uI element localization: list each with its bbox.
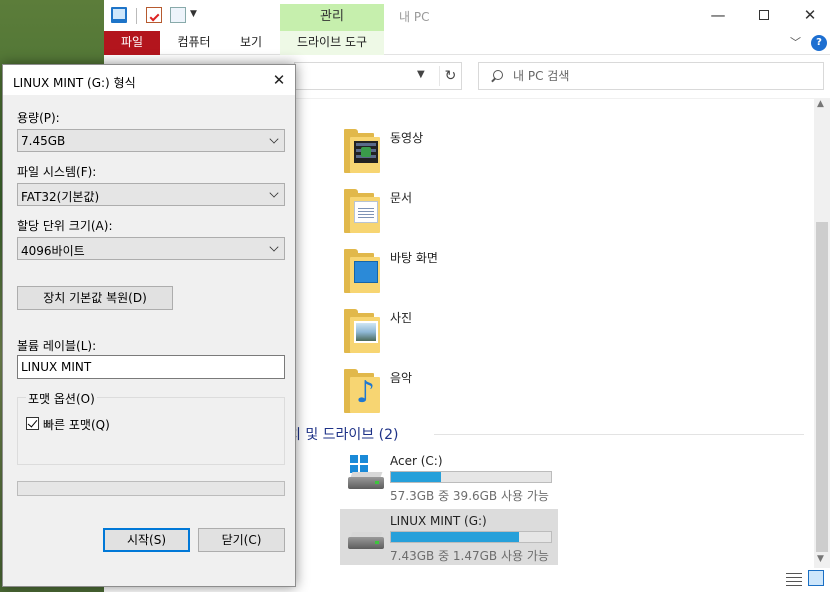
quick-access-separator	[136, 8, 137, 24]
file-system-value: FAT32(기본값)	[21, 190, 100, 204]
new-folder-icon[interactable]	[170, 7, 186, 23]
video-folder-icon	[342, 127, 380, 173]
scroll-down-icon[interactable]: ▼	[817, 554, 824, 564]
group-divider	[434, 434, 804, 435]
start-button[interactable]: 시작(S)	[103, 528, 190, 552]
manage-context-tab[interactable]: 관리	[280, 4, 384, 31]
volume-label-value: LINUX MINT	[21, 360, 92, 374]
large-icons-view-icon[interactable]	[808, 570, 824, 586]
capacity-value: 7.45GB	[21, 134, 66, 148]
volume-label-input[interactable]: LINUX MINT	[17, 355, 285, 379]
folder-label: 사진	[390, 311, 413, 325]
ribbon-tabs: 파일 컴퓨터 보기 드라이브 도구 ﹀ ?	[104, 31, 830, 55]
allocation-unit-select[interactable]: 4096바이트	[17, 237, 285, 260]
capacity-select[interactable]: 7.45GB	[17, 129, 285, 152]
quick-format-label[interactable]: 빠른 포맷(Q)	[43, 416, 110, 433]
folder-item-pictures[interactable]: 사진	[342, 307, 542, 357]
folder-item-videos[interactable]: 동영상	[342, 127, 542, 177]
properties-icon[interactable]	[146, 7, 162, 23]
documents-folder-icon	[342, 187, 380, 233]
close-button[interactable]: 닫기(C)	[198, 528, 285, 552]
chevron-down-icon	[269, 134, 279, 144]
quick-format-checkbox[interactable]	[26, 417, 39, 430]
this-pc-icon[interactable]	[111, 7, 127, 23]
devices-and-drives-header[interactable]: 치 및 드라이브 (2)	[288, 424, 398, 444]
address-bar[interactable]: ▼ ↻	[294, 62, 462, 90]
details-view-icon[interactable]	[786, 572, 802, 586]
drive-usage-fill	[391, 532, 519, 542]
chevron-down-icon	[269, 188, 279, 198]
dialog-titlebar: LINUX MINT (G:) 형식 ✕	[3, 65, 295, 95]
folder-label: 음악	[390, 371, 413, 385]
music-folder-icon	[342, 367, 380, 413]
tab-computer[interactable]: 컴퓨터	[172, 31, 216, 55]
file-system-label: 파일 시스템(F):	[17, 165, 97, 179]
drive-usage-bar	[390, 531, 552, 543]
drive-name: LINUX MINT (G:)	[390, 514, 487, 528]
folder-item-partial[interactable]	[342, 99, 542, 107]
format-options-title: 포맷 옵션(O)	[26, 390, 97, 407]
allocation-unit-value: 4096바이트	[21, 244, 85, 258]
maximize-icon	[759, 10, 769, 20]
dialog-close-icon[interactable]: ✕	[269, 70, 289, 90]
search-box[interactable]	[478, 62, 824, 90]
volume-label-label: 볼륨 레이블(L):	[17, 339, 97, 353]
drive-free-space: 57.3GB 중 39.6GB 사용 가능	[390, 489, 549, 503]
dialog-title: LINUX MINT (G:) 형식	[13, 76, 136, 90]
minimize-button[interactable]: —	[706, 5, 730, 25]
maximize-button[interactable]	[752, 5, 776, 25]
tab-view[interactable]: 보기	[234, 31, 268, 55]
desktop-folder-icon	[342, 247, 380, 293]
drive-free-space: 7.43GB 중 1.47GB 사용 가능	[390, 549, 549, 563]
scrollbar-thumb[interactable]	[816, 222, 828, 552]
allocation-unit-label: 할당 단위 크기(A):	[17, 219, 113, 233]
tab-file[interactable]: 파일	[104, 31, 160, 55]
windows-logo-icon	[350, 455, 368, 473]
file-system-select[interactable]: FAT32(기본값)	[17, 183, 285, 206]
format-options-group: 포맷 옵션(O) 빠른 포맷(Q)	[17, 390, 285, 465]
drive-item-g[interactable]: LINUX MINT (G:) 7.43GB 중 1.47GB 사용 가능	[340, 509, 558, 565]
help-icon[interactable]: ?	[811, 35, 827, 51]
tab-drive-tools[interactable]: 드라이브 도구	[280, 31, 384, 55]
capacity-label: 용량(P):	[17, 111, 60, 125]
folder-item-documents[interactable]: 문서	[342, 187, 542, 237]
pictures-folder-icon	[342, 307, 380, 353]
chevron-down-icon	[269, 242, 279, 252]
close-window-button[interactable]: ✕	[798, 5, 822, 25]
explorer-titlebar: ▼ 관리 내 PC — ✕	[104, 0, 830, 31]
folder-item-desktop[interactable]: 바탕 화면	[342, 247, 542, 297]
search-input[interactable]	[513, 67, 813, 85]
scroll-up-icon[interactable]: ▲	[817, 99, 824, 109]
drive-usage-bar	[390, 471, 552, 483]
drive-name: Acer (C:)	[390, 454, 443, 468]
refresh-icon[interactable]: ↻	[439, 66, 461, 86]
folder-label: 동영상	[390, 131, 424, 145]
removable-drive-icon	[348, 529, 384, 549]
expand-ribbon-icon[interactable]: ﹀	[790, 34, 801, 50]
address-history-chevron-icon[interactable]: ▼	[417, 69, 425, 80]
search-icon	[491, 70, 503, 82]
drive-usage-fill	[391, 472, 441, 482]
folder-item-music[interactable]: 음악	[342, 367, 542, 417]
restore-device-defaults-button[interactable]: 장치 기본값 복원(D)	[17, 286, 173, 310]
folder-label: 바탕 화면	[390, 251, 438, 265]
folder-label: 문서	[390, 191, 413, 205]
window-title: 내 PC	[399, 10, 430, 24]
customize-quick-access-icon[interactable]: ▼	[190, 9, 197, 19]
vertical-scrollbar[interactable]: ▲ ▼	[814, 98, 830, 568]
format-dialog: LINUX MINT (G:) 형식 ✕ 용량(P): 7.45GB 파일 시스…	[2, 64, 296, 587]
drive-item-c[interactable]: Acer (C:) 57.3GB 중 39.6GB 사용 가능	[340, 449, 558, 505]
format-progress-bar	[17, 481, 285, 496]
hard-drive-icon	[348, 455, 384, 489]
